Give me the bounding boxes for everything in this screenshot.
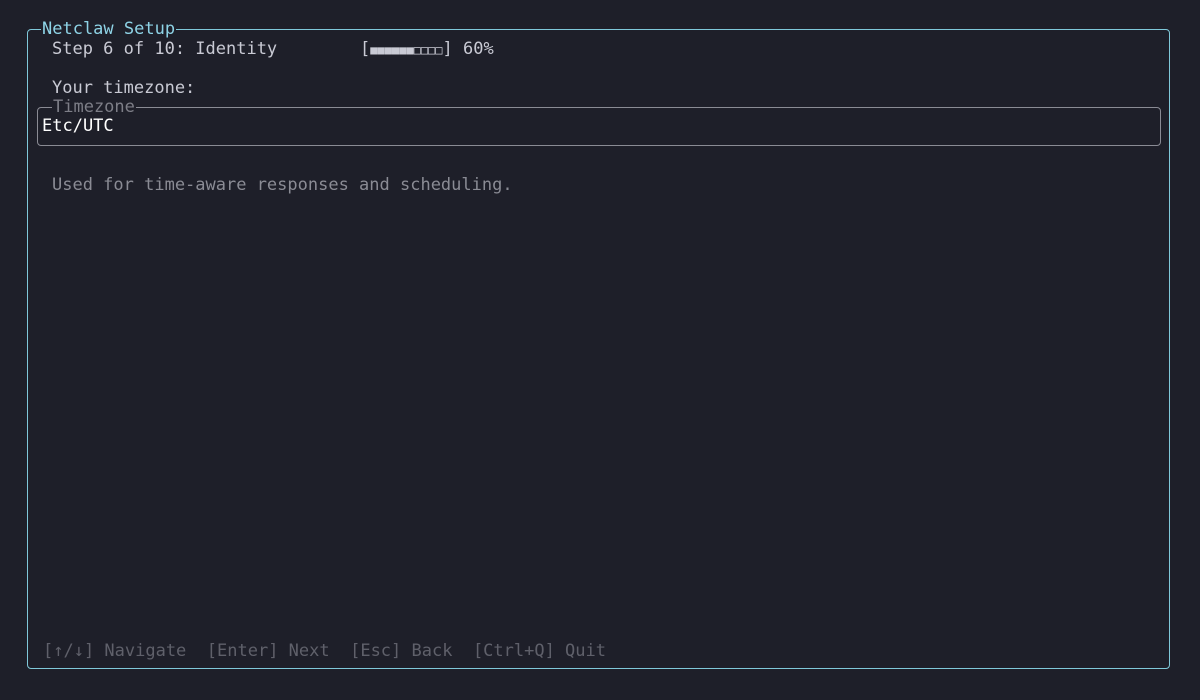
setup-window: Netclaw Setup Step 6 of 10: Identity [■■… — [27, 19, 1170, 669]
timezone-field-label: Timezone — [52, 97, 136, 117]
timezone-hint: Used for time-aware responses and schedu… — [52, 175, 513, 195]
progress-bar-filled: ■■■■■■ — [370, 43, 414, 57]
progress-bar-empty: □□□□ — [413, 43, 443, 57]
navigate-hint: [↑/↓] Navigate — [43, 641, 187, 661]
progress-percent: 60% — [463, 39, 494, 59]
window-title: Netclaw Setup — [41, 19, 177, 39]
back-hint: [Esc] Back — [350, 641, 453, 661]
progress-open-bracket: [ — [360, 39, 371, 59]
progress-indicator: [■■■■■■□□□□] 60% — [360, 39, 494, 60]
timezone-input[interactable]: Timezone Etc/UTC — [37, 97, 1161, 146]
progress-close-bracket: ] — [442, 39, 453, 59]
step-indicator: Step 6 of 10: Identity — [52, 39, 278, 59]
next-hint: [Enter] Next — [206, 641, 330, 661]
keybinding-footer: [↑/↓] Navigate [Enter] Next [Esc] Back [… — [43, 641, 606, 661]
timezone-prompt: Your timezone: — [52, 78, 196, 98]
timezone-field-value[interactable]: Etc/UTC — [42, 116, 114, 136]
quit-hint: [Ctrl+Q] Quit — [472, 641, 606, 661]
